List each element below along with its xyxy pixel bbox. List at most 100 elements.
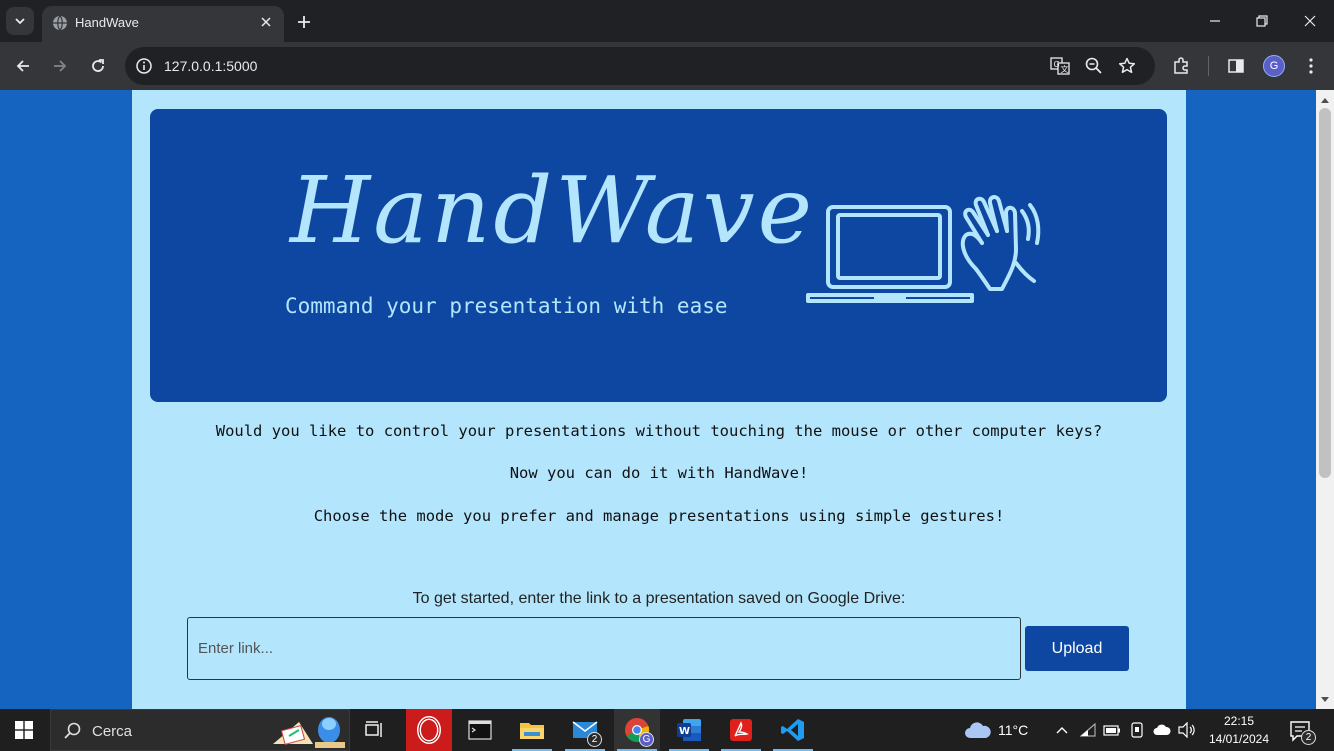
forward-button[interactable] <box>46 52 74 80</box>
upload-button[interactable]: Upload <box>1025 626 1129 671</box>
start-button[interactable] <box>0 709 48 751</box>
meet-now-icon[interactable] <box>1127 720 1147 740</box>
side-panel-icon <box>1228 59 1244 73</box>
device-icon <box>1131 722 1143 738</box>
search-highlight-icon <box>273 717 345 748</box>
zoom-out-icon <box>1085 57 1102 74</box>
close-window-button[interactable] <box>1295 6 1325 36</box>
caret-down-icon <box>1321 697 1329 702</box>
close-icon <box>1304 15 1316 27</box>
taskbar-vscode[interactable] <box>770 709 816 751</box>
hero-banner: HandWave Command your presentation with … <box>150 109 1167 402</box>
browser-toolbar: 127.0.0.1:5000 G文 G <box>0 42 1334 90</box>
task-view-icon <box>365 721 382 737</box>
search-icon <box>64 722 81 739</box>
taskbar-mail[interactable]: 2 <box>562 709 608 751</box>
tab-close-button[interactable] <box>256 12 276 32</box>
chevron-up-icon <box>1056 727 1068 734</box>
page-viewport: HandWave Command your presentation with … <box>0 90 1316 709</box>
onedrive-icon[interactable] <box>1152 720 1172 740</box>
svg-text:W: W <box>679 726 690 737</box>
toolbar-divider <box>1208 56 1209 76</box>
kebab-menu-icon <box>1309 58 1313 74</box>
link-input[interactable] <box>187 617 1021 680</box>
intro-instruction: Choose the mode you prefer and manage pr… <box>313 507 1005 525</box>
globe-icon <box>53 15 67 31</box>
speaker-icon <box>1178 722 1195 738</box>
notification-center-button[interactable]: 2 <box>1288 719 1316 745</box>
scroll-up-button[interactable] <box>1316 92 1334 108</box>
url-text[interactable]: 127.0.0.1:5000 <box>164 58 257 74</box>
svg-text:G: G <box>1054 60 1060 69</box>
page-scrollbar[interactable] <box>1316 90 1334 709</box>
taskbar-acrobat[interactable] <box>718 709 764 751</box>
clock-time: 22:15 <box>1223 714 1255 728</box>
scrollbar-thumb[interactable] <box>1319 108 1331 478</box>
battery-icon[interactable] <box>1102 720 1122 740</box>
minimize-button[interactable] <box>1200 6 1230 36</box>
reload-button[interactable] <box>84 52 112 80</box>
back-button[interactable] <box>9 52 37 80</box>
weather-temperature[interactable]: 11°C <box>998 722 1028 738</box>
windows-icon <box>15 721 33 739</box>
plus-icon <box>298 16 310 28</box>
arrow-left-icon <box>16 60 29 72</box>
wifi-signal-icon <box>1080 723 1096 737</box>
taskbar-search[interactable]: Cerca <box>50 709 350 751</box>
taskbar-word[interactable]: W <box>666 709 712 751</box>
restore-button[interactable] <box>1247 6 1277 36</box>
volume-icon[interactable] <box>1177 720 1197 740</box>
weather-icon[interactable] <box>964 720 992 740</box>
onedrive-cloud-icon <box>1153 724 1171 735</box>
upload-prompt: To get started, enter the link to a pres… <box>412 590 906 607</box>
tab-title: HandWave <box>75 15 139 30</box>
taskbar-opera[interactable] <box>406 709 452 751</box>
hero-title: HandWave <box>290 157 816 264</box>
side-panel-button[interactable] <box>1222 52 1250 80</box>
close-icon <box>261 17 271 27</box>
taskbar-terminal[interactable] <box>457 709 503 751</box>
hero-subtitle: Command your presentation with ease <box>285 294 728 318</box>
address-bar[interactable]: 127.0.0.1:5000 G文 <box>125 47 1155 85</box>
notification-count: 2 <box>1301 730 1316 745</box>
opera-icon <box>406 709 452 751</box>
folder-icon <box>520 723 544 739</box>
new-tab-button[interactable] <box>292 10 316 34</box>
reload-icon <box>92 59 104 72</box>
content-card: HandWave Command your presentation with … <box>132 90 1186 709</box>
scroll-down-button[interactable] <box>1316 692 1334 708</box>
tab-strip: HandWave <box>0 0 1334 42</box>
show-hidden-icons-button[interactable] <box>1052 720 1072 740</box>
zoom-button[interactable] <box>1084 56 1104 76</box>
word-icon: W <box>677 719 701 741</box>
taskbar-search-text: Cerca <box>92 723 133 740</box>
terminal-icon <box>468 720 492 740</box>
taskbar-clock[interactable]: 22:15 14/01/2024 <box>1200 712 1278 748</box>
tab-search-button[interactable] <box>6 7 34 35</box>
svg-text:文: 文 <box>1061 64 1069 74</box>
taskbar-file-explorer[interactable] <box>509 709 555 751</box>
restore-icon <box>1256 15 1268 27</box>
clock-date: 14/01/2024 <box>1208 732 1270 746</box>
translate-button[interactable]: G文 <box>1050 56 1070 76</box>
extensions-button[interactable] <box>1167 52 1195 80</box>
profile-avatar[interactable]: G <box>1263 55 1285 77</box>
translate-icon: G文 <box>1050 57 1070 75</box>
chrome-profile-badge: G <box>639 732 654 747</box>
info-icon[interactable] <box>135 57 153 75</box>
task-view-button[interactable] <box>352 709 398 751</box>
cloud-icon <box>965 722 991 738</box>
intro-question: Would you like to control your presentat… <box>215 422 1103 440</box>
vscode-icon <box>781 719 804 741</box>
laptop-wave-icon <box>806 195 1041 303</box>
taskbar-chrome[interactable]: G <box>614 709 660 751</box>
wifi-icon[interactable] <box>1078 720 1098 740</box>
bookmark-button[interactable] <box>1117 56 1137 76</box>
minimize-icon <box>1210 20 1220 22</box>
menu-button[interactable] <box>1297 52 1325 80</box>
acrobat-icon <box>730 719 752 741</box>
browser-tab[interactable]: HandWave <box>42 6 284 42</box>
intro-announcement: Now you can do it with HandWave! <box>509 464 809 482</box>
arrow-right-icon <box>54 60 67 72</box>
windows-taskbar: Cerca 2 G W 11°C 22:15 14/01/2024 2 <box>0 709 1334 751</box>
